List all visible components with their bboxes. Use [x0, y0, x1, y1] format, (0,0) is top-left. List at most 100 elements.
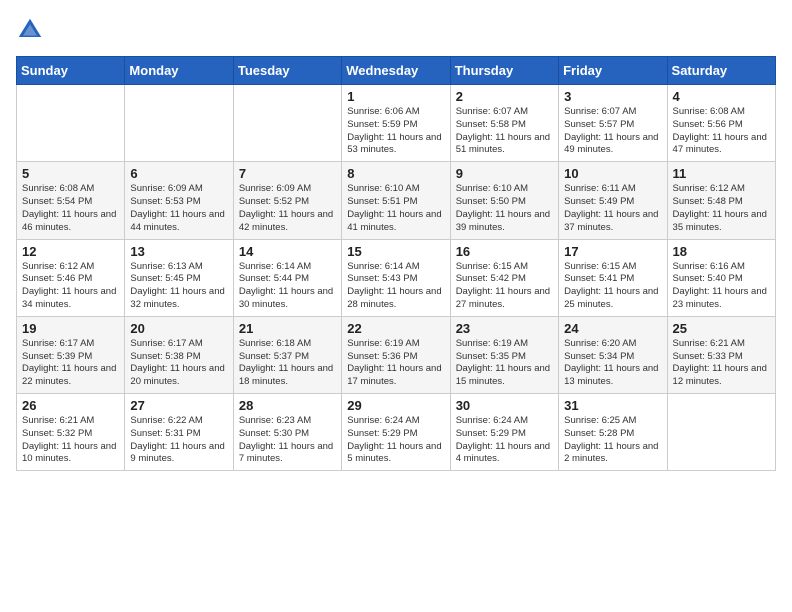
calendar-week-2: 5 Sunrise: 6:08 AM Sunset: 5:54 PM Daylig… [17, 162, 776, 239]
day-info: Sunrise: 6:15 AM Sunset: 5:42 PM Dayligh… [456, 261, 553, 312]
calendar-cell: 17 Sunrise: 6:15 AM Sunset: 5:41 PM Dayli… [559, 239, 667, 316]
day-number: 9 [456, 166, 553, 181]
calendar-cell: 29 Sunrise: 6:24 AM Sunset: 5:29 PM Dayli… [342, 394, 450, 471]
header-monday: Monday [125, 57, 233, 85]
day-info: Sunrise: 6:07 AM Sunset: 5:58 PM Dayligh… [456, 106, 553, 157]
day-info: Sunrise: 6:10 AM Sunset: 5:50 PM Dayligh… [456, 183, 553, 234]
day-info: Sunrise: 6:21 AM Sunset: 5:32 PM Dayligh… [22, 415, 119, 466]
day-info: Sunrise: 6:22 AM Sunset: 5:31 PM Dayligh… [130, 415, 227, 466]
day-info: Sunrise: 6:12 AM Sunset: 5:46 PM Dayligh… [22, 261, 119, 312]
calendar-week-5: 26 Sunrise: 6:21 AM Sunset: 5:32 PM Dayli… [17, 394, 776, 471]
calendar-cell: 10 Sunrise: 6:11 AM Sunset: 5:49 PM Dayli… [559, 162, 667, 239]
day-info: Sunrise: 6:25 AM Sunset: 5:28 PM Dayligh… [564, 415, 661, 466]
header-wednesday: Wednesday [342, 57, 450, 85]
calendar-week-1: 1 Sunrise: 6:06 AM Sunset: 5:59 PM Daylig… [17, 85, 776, 162]
day-number: 2 [456, 89, 553, 104]
day-number: 4 [673, 89, 770, 104]
calendar-header-row: SundayMondayTuesdayWednesdayThursdayFrid… [17, 57, 776, 85]
calendar-cell: 4 Sunrise: 6:08 AM Sunset: 5:56 PM Daylig… [667, 85, 775, 162]
day-info: Sunrise: 6:17 AM Sunset: 5:39 PM Dayligh… [22, 338, 119, 389]
day-number: 28 [239, 398, 336, 413]
calendar-cell [233, 85, 341, 162]
logo [16, 16, 48, 44]
day-info: Sunrise: 6:13 AM Sunset: 5:45 PM Dayligh… [130, 261, 227, 312]
calendar-cell: 6Sunrise: 6:09 AM Sunset: 5:53 PM Daylig… [125, 162, 233, 239]
day-number: 13 [130, 244, 227, 259]
day-number: 23 [456, 321, 553, 336]
day-number: 30 [456, 398, 553, 413]
day-number: 1 [347, 89, 444, 104]
header-tuesday: Tuesday [233, 57, 341, 85]
day-info: Sunrise: 6:23 AM Sunset: 5:30 PM Dayligh… [239, 415, 336, 466]
calendar-cell: 14 Sunrise: 6:14 AM Sunset: 5:44 PM Dayli… [233, 239, 341, 316]
day-number: 16 [456, 244, 553, 259]
calendar-cell: 13 Sunrise: 6:13 AM Sunset: 5:45 PM Dayli… [125, 239, 233, 316]
day-number: 12 [22, 244, 119, 259]
day-number: 6 [130, 166, 227, 181]
calendar-cell: 23 Sunrise: 6:19 AM Sunset: 5:35 PM Dayli… [450, 316, 558, 393]
logo-icon [16, 16, 44, 44]
day-info: Sunrise: 6:24 AM Sunset: 5:29 PM Dayligh… [456, 415, 553, 466]
day-info: Sunrise: 6:14 AM Sunset: 5:44 PM Dayligh… [239, 261, 336, 312]
day-info: Sunrise: 6:16 AM Sunset: 5:40 PM Dayligh… [673, 261, 770, 312]
day-info: Sunrise: 6:09 AM Sunset: 5:52 PM Dayligh… [239, 183, 336, 234]
calendar-cell: 27Sunrise: 6:22 AM Sunset: 5:31 PM Dayli… [125, 394, 233, 471]
calendar-cell: 22 Sunrise: 6:19 AM Sunset: 5:36 PM Dayli… [342, 316, 450, 393]
day-number: 22 [347, 321, 444, 336]
calendar-week-4: 19 Sunrise: 6:17 AM Sunset: 5:39 PM Dayli… [17, 316, 776, 393]
day-info: Sunrise: 6:14 AM Sunset: 5:43 PM Dayligh… [347, 261, 444, 312]
calendar-cell: 21Sunrise: 6:18 AM Sunset: 5:37 PM Dayli… [233, 316, 341, 393]
calendar-cell: 31 Sunrise: 6:25 AM Sunset: 5:28 PM Dayli… [559, 394, 667, 471]
calendar-cell: 7 Sunrise: 6:09 AM Sunset: 5:52 PM Daylig… [233, 162, 341, 239]
day-number: 26 [22, 398, 119, 413]
day-info: Sunrise: 6:11 AM Sunset: 5:49 PM Dayligh… [564, 183, 661, 234]
day-number: 31 [564, 398, 661, 413]
day-number: 24 [564, 321, 661, 336]
day-number: 29 [347, 398, 444, 413]
calendar-cell: 25 Sunrise: 6:21 AM Sunset: 5:33 PM Dayli… [667, 316, 775, 393]
day-number: 18 [673, 244, 770, 259]
calendar-cell: 20 Sunrise: 6:17 AM Sunset: 5:38 PM Dayli… [125, 316, 233, 393]
day-info: Sunrise: 6:17 AM Sunset: 5:38 PM Dayligh… [130, 338, 227, 389]
day-info: Sunrise: 6:06 AM Sunset: 5:59 PM Dayligh… [347, 106, 444, 157]
calendar-cell: 11Sunrise: 6:12 AM Sunset: 5:48 PM Dayli… [667, 162, 775, 239]
calendar-table: SundayMondayTuesdayWednesdayThursdayFrid… [16, 56, 776, 471]
header-friday: Friday [559, 57, 667, 85]
day-number: 25 [673, 321, 770, 336]
day-info: Sunrise: 6:08 AM Sunset: 5:54 PM Dayligh… [22, 183, 119, 234]
calendar-cell: 19 Sunrise: 6:17 AM Sunset: 5:39 PM Dayli… [17, 316, 125, 393]
day-info: Sunrise: 6:07 AM Sunset: 5:57 PM Dayligh… [564, 106, 661, 157]
day-number: 7 [239, 166, 336, 181]
day-number: 14 [239, 244, 336, 259]
calendar-cell: 2 Sunrise: 6:07 AM Sunset: 5:58 PM Daylig… [450, 85, 558, 162]
day-info: Sunrise: 6:15 AM Sunset: 5:41 PM Dayligh… [564, 261, 661, 312]
day-info: Sunrise: 6:24 AM Sunset: 5:29 PM Dayligh… [347, 415, 444, 466]
day-number: 5 [22, 166, 119, 181]
header-sunday: Sunday [17, 57, 125, 85]
calendar-cell: 8Sunrise: 6:10 AM Sunset: 5:51 PM Daylig… [342, 162, 450, 239]
day-number: 17 [564, 244, 661, 259]
day-number: 11 [673, 166, 770, 181]
calendar-cell: 28 Sunrise: 6:23 AM Sunset: 5:30 PM Dayli… [233, 394, 341, 471]
day-number: 20 [130, 321, 227, 336]
calendar-cell: 5 Sunrise: 6:08 AM Sunset: 5:54 PM Daylig… [17, 162, 125, 239]
calendar-cell: 24Sunrise: 6:20 AM Sunset: 5:34 PM Dayli… [559, 316, 667, 393]
day-info: Sunrise: 6:21 AM Sunset: 5:33 PM Dayligh… [673, 338, 770, 389]
calendar-cell [667, 394, 775, 471]
day-number: 19 [22, 321, 119, 336]
day-info: Sunrise: 6:19 AM Sunset: 5:35 PM Dayligh… [456, 338, 553, 389]
calendar-cell: 12 Sunrise: 6:12 AM Sunset: 5:46 PM Dayli… [17, 239, 125, 316]
day-number: 15 [347, 244, 444, 259]
day-number: 3 [564, 89, 661, 104]
page-header [16, 16, 776, 44]
header-saturday: Saturday [667, 57, 775, 85]
calendar-week-3: 12 Sunrise: 6:12 AM Sunset: 5:46 PM Dayli… [17, 239, 776, 316]
calendar-cell: 18 Sunrise: 6:16 AM Sunset: 5:40 PM Dayli… [667, 239, 775, 316]
calendar-cell [125, 85, 233, 162]
calendar-cell [17, 85, 125, 162]
day-number: 10 [564, 166, 661, 181]
day-info: Sunrise: 6:18 AM Sunset: 5:37 PM Dayligh… [239, 338, 336, 389]
day-info: Sunrise: 6:08 AM Sunset: 5:56 PM Dayligh… [673, 106, 770, 157]
day-info: Sunrise: 6:19 AM Sunset: 5:36 PM Dayligh… [347, 338, 444, 389]
calendar-cell: 16 Sunrise: 6:15 AM Sunset: 5:42 PM Dayli… [450, 239, 558, 316]
